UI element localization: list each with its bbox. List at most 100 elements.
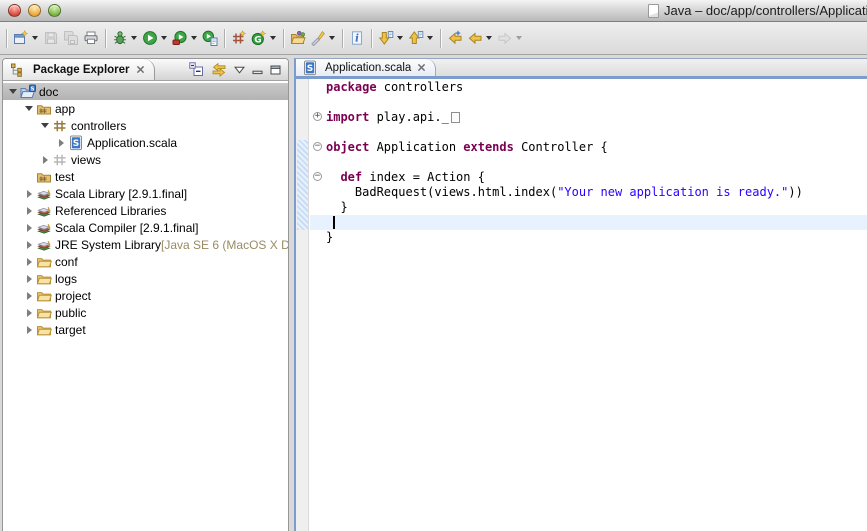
minimize-icon[interactable] [252, 65, 263, 75]
tree-item-views[interactable]: views [3, 151, 288, 168]
titlebar[interactable]: Java – doc/app/controllers/Application.s… [0, 0, 867, 22]
code-line[interactable]: } [326, 200, 867, 215]
code-text: index = Action { [362, 170, 485, 184]
code-text: BadRequest(views.html.index( [326, 185, 557, 199]
expand-arrow-icon[interactable] [23, 275, 35, 283]
fold-collapse-icon[interactable]: − [313, 172, 322, 181]
toolbar-button-search[interactable] [308, 28, 338, 48]
expand-arrow-icon[interactable] [23, 258, 35, 266]
code-line[interactable]: def index = Action { [326, 170, 867, 185]
traffic-lights [8, 4, 61, 17]
dropdown-arrow-icon[interactable] [427, 36, 433, 40]
collapse-arrow-icon[interactable] [39, 123, 51, 128]
back-icon [467, 30, 483, 46]
editor-body[interactable]: + − − package controllers import play.api._… [296, 79, 867, 531]
fold-collapse-icon[interactable]: − [313, 142, 322, 151]
toolbar-separator [283, 29, 284, 48]
expand-arrow-icon[interactable] [23, 326, 35, 334]
code-line[interactable] [326, 95, 867, 110]
dropdown-arrow-icon[interactable] [32, 36, 38, 40]
tree-item-app[interactable]: app [3, 100, 288, 117]
toolbar-button-external-tools[interactable] [200, 28, 220, 48]
code-line[interactable]: } [326, 230, 867, 245]
dropdown-arrow-icon[interactable] [270, 36, 276, 40]
tree-item-scala-library-2-9-1-final[interactable]: Scala Library [2.9.1.final] [3, 185, 288, 202]
code-line[interactable]: BadRequest(views.html.index("Your new ap… [326, 185, 867, 200]
toolbar-button-new-wizard[interactable] [11, 28, 41, 48]
maximize-icon[interactable] [270, 65, 281, 75]
link-editor-icon[interactable] [211, 62, 227, 77]
toolbar-button-run[interactable] [140, 28, 170, 48]
new-g-icon: G [251, 30, 267, 46]
dropdown-arrow-icon[interactable] [191, 36, 197, 40]
tree-item-label: Scala Library [2.9.1.final] [55, 187, 187, 201]
view-menu-icon[interactable] [234, 66, 245, 74]
print-icon [83, 30, 99, 46]
document-proxy-icon[interactable] [648, 4, 659, 18]
toolbar-button-open-resource[interactable] [288, 28, 308, 48]
toolbar-button-new-java-project[interactable] [229, 28, 249, 48]
toolbar-button-info[interactable]: i [347, 28, 367, 48]
collapse-all-icon[interactable] [189, 62, 204, 77]
expand-arrow-icon[interactable] [23, 207, 35, 215]
tab-application-scala[interactable]: S Application.scala [296, 59, 436, 76]
folder-icon [35, 288, 52, 304]
code-line[interactable]: package controllers [326, 80, 867, 95]
folding-column[interactable]: + − − [310, 79, 326, 531]
collapse-arrow-icon[interactable] [7, 89, 19, 94]
expand-arrow-icon[interactable] [23, 241, 35, 249]
expand-arrow-icon[interactable] [23, 224, 35, 232]
code-line[interactable] [326, 125, 867, 140]
tree-item-target[interactable]: target [3, 321, 288, 338]
folded-region-icon[interactable] [451, 112, 460, 123]
tree-item-doc[interactable]: Sdoc [3, 83, 288, 100]
code-line[interactable] [326, 215, 867, 230]
toolbar-button-run-as[interactable] [170, 28, 200, 48]
dropdown-arrow-icon[interactable] [329, 36, 335, 40]
dropdown-arrow-icon[interactable] [516, 36, 522, 40]
tree-item-jre-system-library[interactable]: JRE System Library [Java SE 6 (MacOS X D… [3, 236, 288, 253]
expand-arrow-icon[interactable] [39, 156, 51, 164]
zoom-window-button[interactable] [48, 4, 61, 17]
tree-item-application-scala[interactable]: SApplication.scala [3, 134, 288, 151]
dropdown-arrow-icon[interactable] [131, 36, 137, 40]
close-editor-icon[interactable] [417, 63, 426, 72]
code-text [326, 170, 340, 184]
dropdown-arrow-icon[interactable] [161, 36, 167, 40]
expand-arrow-icon[interactable] [23, 309, 35, 317]
close-view-icon[interactable] [136, 65, 145, 74]
code-line[interactable] [326, 155, 867, 170]
code-line[interactable]: import play.api._ [326, 110, 867, 125]
tree-item-scala-compiler-2-9-1-final[interactable]: Scala Compiler [2.9.1.final] [3, 219, 288, 236]
annotation-ruler[interactable] [296, 79, 309, 531]
tree-item-test[interactable]: test [3, 168, 288, 185]
dropdown-arrow-icon[interactable] [397, 36, 403, 40]
dropdown-arrow-icon[interactable] [486, 36, 492, 40]
tree-item-referenced-libraries[interactable]: Referenced Libraries [3, 202, 288, 219]
code-area[interactable]: package controllers import play.api._obje… [326, 80, 867, 245]
toolbar-button-last-edit-location[interactable] [445, 28, 465, 48]
diff-added-marker [297, 140, 308, 230]
code-line[interactable]: object Application extends Controller { [326, 140, 867, 155]
toolbar-button-debug[interactable] [110, 28, 140, 48]
tree-item-public[interactable]: public [3, 304, 288, 321]
minimize-window-button[interactable] [28, 4, 41, 17]
toolbar-button-new-class-wizard[interactable]: G [249, 28, 279, 48]
tree-item-conf[interactable]: conf [3, 253, 288, 270]
tree-item-logs[interactable]: logs [3, 270, 288, 287]
code-text: play.api._ [369, 110, 448, 124]
collapse-arrow-icon[interactable] [23, 106, 35, 111]
expand-arrow-icon[interactable] [23, 190, 35, 198]
expand-arrow-icon[interactable] [55, 139, 67, 147]
tree-item-controllers[interactable]: controllers [3, 117, 288, 134]
expand-arrow-icon[interactable] [23, 292, 35, 300]
toolbar-button-next-annotation[interactable] [376, 28, 406, 48]
close-window-button[interactable] [8, 4, 21, 17]
tree-item-project[interactable]: project [3, 287, 288, 304]
toolbar-button-back[interactable] [465, 28, 495, 48]
tab-package-explorer[interactable]: Package Explorer [3, 59, 155, 80]
tree-item-label: Application.scala [87, 136, 177, 150]
toolbar-button-print[interactable] [81, 28, 101, 48]
fold-expand-icon[interactable]: + [313, 112, 322, 121]
toolbar-button-previous-annotation[interactable] [406, 28, 436, 48]
